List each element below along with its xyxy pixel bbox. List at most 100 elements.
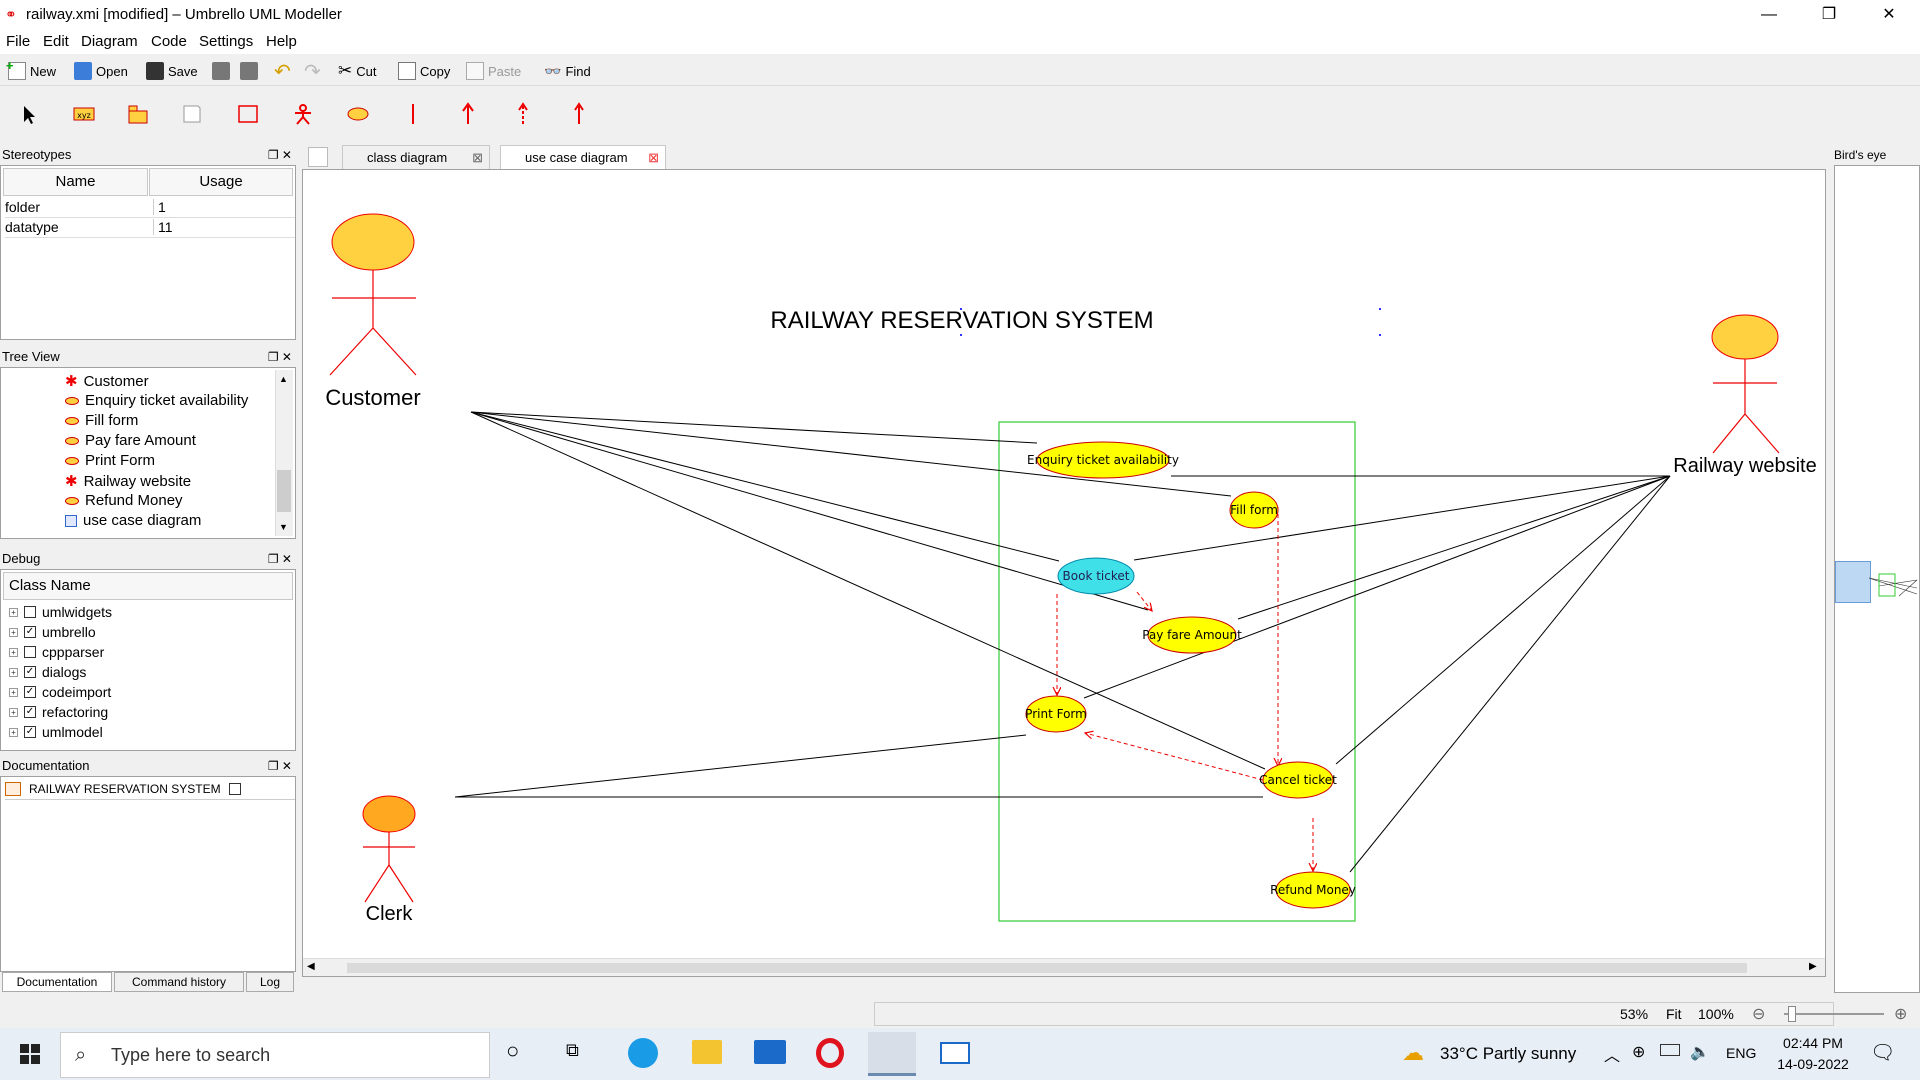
diagram-title[interactable]: RAILWAY RESERVATION SYSTEM [770, 307, 1153, 334]
documentation-item[interactable]: RAILWAY RESERVATION SYSTEM [5, 778, 295, 800]
checkbox[interactable]: ✓ [24, 686, 36, 698]
menu-help[interactable]: Help [266, 33, 297, 50]
zoom-out-icon[interactable]: ⊖ [1752, 1004, 1765, 1024]
tree-item-usecase[interactable]: Refund Money [65, 492, 183, 509]
battery-icon[interactable] [1660, 1044, 1680, 1056]
cut-button[interactable]: ✂ Cut [338, 60, 376, 82]
app-window-icon[interactable] [940, 1042, 970, 1064]
close-tab-icon[interactable]: ⊠ [648, 146, 659, 170]
scroll-down-icon[interactable]: ▼ [279, 522, 288, 532]
file-explorer-icon[interactable] [692, 1040, 722, 1064]
language-indicator[interactable]: ENG [1726, 1045, 1756, 1061]
scroll-right-icon[interactable]: ▶ [1809, 961, 1817, 972]
zoom-fit-button[interactable]: Fit [1666, 1006, 1682, 1022]
scroll-up-icon[interactable]: ▲ [279, 374, 288, 384]
zoom-in-icon[interactable]: ⊕ [1894, 1004, 1907, 1024]
dock-close-icon[interactable]: ❐ ✕ [268, 757, 292, 775]
note-tool-icon[interactable] [178, 100, 206, 128]
tab-class-diagram[interactable]: class diagram ⊠ [342, 145, 490, 169]
scroll-thumb[interactable] [347, 963, 1747, 973]
expand-icon[interactable]: + [9, 687, 18, 697]
restore-button[interactable]: ❐ [1806, 0, 1852, 30]
print-button[interactable] [212, 60, 230, 82]
tree-item-usecase[interactable]: Print Form [65, 452, 155, 469]
usecase-tool-icon[interactable] [344, 100, 372, 128]
windows-start-icon[interactable] [20, 1044, 40, 1064]
tree-item-actor[interactable]: ✱ Customer [65, 372, 149, 391]
birds-eye-viewport[interactable] [1835, 561, 1871, 603]
debug-item[interactable]: + ✓ umlmodel [9, 724, 103, 740]
taskbar-search-box[interactable]: ⌕ Type here to search [60, 1032, 490, 1078]
table-row[interactable]: datatype 11 [5, 219, 295, 238]
checkbox[interactable]: ✓ [24, 666, 36, 678]
dock-close-icon[interactable]: ❐ ✕ [268, 550, 292, 568]
tree-item-actor[interactable]: ✱ Railway website [65, 472, 191, 491]
open-button[interactable]: Open [74, 60, 128, 82]
actor-railway-website[interactable] [1711, 314, 1780, 454]
actor-clerk[interactable] [362, 795, 416, 903]
tab-use-case-diagram[interactable]: use case diagram ⊠ [500, 145, 666, 169]
actor-customer[interactable] [329, 213, 417, 376]
tree-scrollbar[interactable]: ▲ ▼ [275, 370, 293, 536]
canvas-h-scrollbar[interactable]: ◀ ▶ [303, 958, 1825, 976]
zoom-slider-handle[interactable] [1788, 1006, 1796, 1022]
new-tab-icon[interactable] [308, 147, 328, 167]
tab-log[interactable]: Log [246, 972, 294, 992]
checkbox[interactable] [228, 782, 241, 795]
tree-item-diagram[interactable]: use case diagram [65, 512, 201, 529]
diagram-canvas[interactable]: RAILWAY RESERVATION SYSTEM Customer Rail… [302, 169, 1826, 977]
tree-item-usecase[interactable]: Pay fare Amount [65, 432, 196, 449]
checkbox[interactable]: ✓ [24, 726, 36, 738]
minimize-button[interactable]: — [1746, 0, 1792, 30]
class-name-header[interactable]: Class Name [3, 572, 293, 600]
expand-icon[interactable]: + [9, 727, 18, 737]
zoom-slider[interactable] [1784, 1013, 1884, 1015]
find-button[interactable]: 👓 Find [544, 60, 591, 82]
edge-browser-icon[interactable] [628, 1038, 658, 1068]
menu-diagram[interactable]: Diagram [81, 33, 138, 50]
mail-icon[interactable] [754, 1040, 786, 1064]
menu-edit[interactable]: Edit [43, 33, 69, 50]
copy-button[interactable]: Copy [398, 60, 450, 82]
notification-icon[interactable]: 🗨 [1870, 1040, 1895, 1065]
weather-text[interactable]: 33°C Partly sunny [1440, 1044, 1576, 1064]
new-button[interactable]: + New [6, 58, 56, 82]
expand-icon[interactable]: + [9, 667, 18, 677]
checkbox[interactable]: ✓ [24, 626, 36, 638]
checkbox[interactable]: ✓ [24, 706, 36, 718]
object-tool-icon[interactable]: xyz [70, 100, 98, 128]
select-arrow-icon[interactable] [16, 100, 44, 128]
menu-settings[interactable]: Settings [199, 33, 253, 50]
debug-item[interactable]: + ✓ dialogs [9, 664, 86, 680]
print-preview-button[interactable] [240, 60, 258, 82]
opera-icon[interactable] [816, 1038, 844, 1068]
checkbox[interactable] [24, 606, 36, 618]
volume-icon[interactable]: 🔈 [1690, 1042, 1710, 1062]
cortana-icon[interactable]: ○ [506, 1038, 519, 1064]
directed-association-tool-icon[interactable] [565, 100, 593, 128]
menu-code[interactable]: Code [151, 33, 187, 50]
undo-button[interactable]: ↶ [274, 60, 291, 83]
generalization-tool-icon[interactable] [454, 100, 482, 128]
expand-icon[interactable]: + [9, 607, 18, 617]
close-tab-icon[interactable]: ⊠ [472, 146, 483, 170]
network-icon[interactable]: ⊕ [1632, 1042, 1645, 1062]
debug-item[interactable]: + ✓ codeimport [9, 684, 111, 700]
col-name-header[interactable]: Name [3, 168, 148, 196]
col-usage-header[interactable]: Usage [149, 168, 293, 196]
tab-documentation[interactable]: Documentation [2, 972, 112, 992]
scroll-left-icon[interactable]: ◀ [307, 961, 315, 972]
close-button[interactable]: ✕ [1866, 0, 1912, 30]
debug-item[interactable]: + ✓ umbrello [9, 624, 96, 640]
actor-tool-icon[interactable] [289, 100, 317, 128]
expand-icon[interactable]: + [9, 647, 18, 657]
tree-item-usecase[interactable]: Enquiry ticket availability [65, 392, 248, 409]
save-button[interactable]: Save [146, 60, 198, 82]
task-view-icon[interactable]: ⧉ [566, 1040, 579, 1061]
package-tool-icon[interactable] [124, 100, 152, 128]
clock-time[interactable]: 02:44 PM [1778, 1035, 1848, 1051]
debug-item[interactable]: + cppparser [9, 644, 104, 660]
redo-button[interactable]: ↷ [304, 60, 321, 83]
tree-item-usecase[interactable]: Fill form [65, 412, 138, 429]
checkbox[interactable] [24, 646, 36, 658]
